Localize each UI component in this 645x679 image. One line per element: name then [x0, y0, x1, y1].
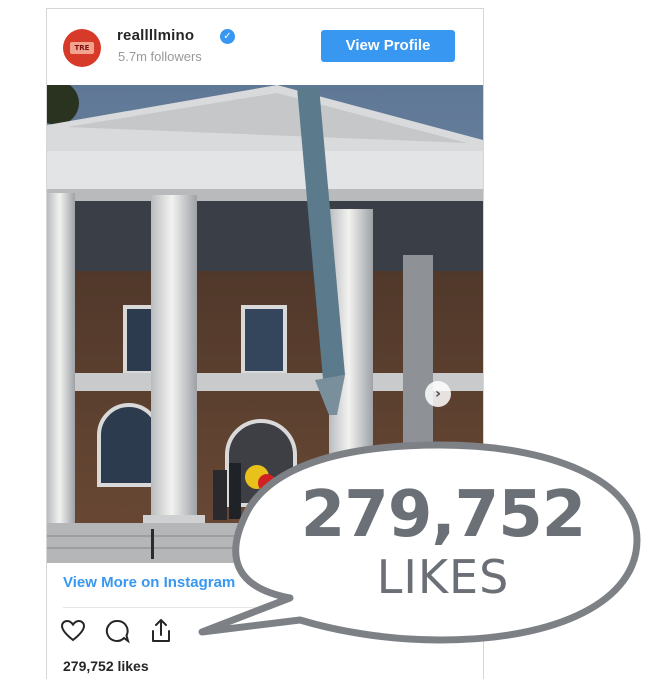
avatar[interactable]: TRE: [63, 29, 101, 67]
share-icon[interactable]: [147, 617, 175, 645]
likes-callout-number: 279,752: [300, 478, 587, 552]
likes-callout-label: LIKES: [376, 550, 510, 604]
view-more-link[interactable]: View More on Instagram: [63, 574, 235, 591]
chevron-right-icon[interactable]: ›: [425, 381, 451, 407]
comment-icon[interactable]: [103, 617, 131, 645]
follower-count: 5.7m followers: [118, 49, 202, 64]
username[interactable]: reallllmino: [117, 27, 194, 44]
likes-callout: 279,752 LIKES: [268, 478, 618, 602]
verified-badge-icon: ✓: [220, 29, 235, 44]
post-header: TRE reallllmino ✓ 5.7m followers View Pr…: [47, 9, 483, 85]
action-bar: [59, 617, 219, 647]
view-profile-button[interactable]: View Profile: [321, 30, 455, 62]
divider: [63, 607, 467, 608]
likes-count: 279,752 likes: [63, 658, 149, 674]
heart-icon[interactable]: [59, 617, 87, 645]
avatar-image: TRE: [70, 42, 94, 54]
